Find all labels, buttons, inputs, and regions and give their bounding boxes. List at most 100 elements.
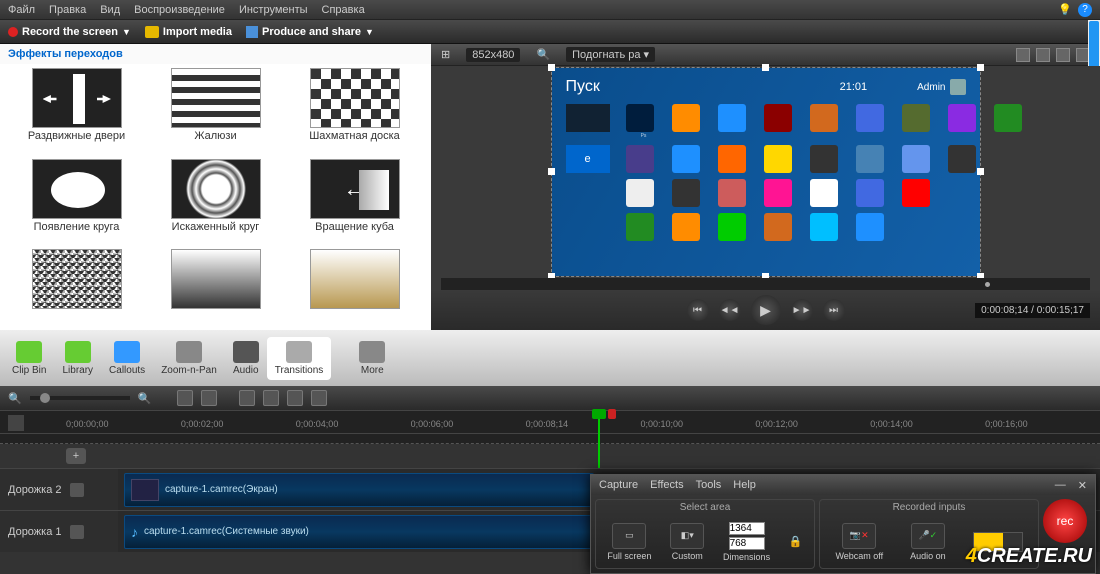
paste-icon[interactable]: [311, 390, 327, 406]
record-screen-button[interactable]: Record the screen▼: [8, 26, 131, 38]
audio-toggle[interactable]: 🎤✓Audio on: [910, 523, 946, 561]
preview-content: Пуск 21:01 Admin Ps: [552, 68, 980, 276]
menu-file[interactable]: Файл: [8, 4, 35, 16]
zoom-out-icon[interactable]: 🔍: [8, 392, 22, 405]
transition-item[interactable]: Искаженный круг: [147, 159, 284, 248]
rewind-button[interactable]: ◄◄: [719, 299, 741, 321]
crop-icon[interactable]: [1016, 48, 1030, 62]
close-icon[interactable]: ✕: [1078, 479, 1087, 492]
transition-item[interactable]: [8, 249, 145, 326]
transition-item[interactable]: Появление круга: [8, 159, 145, 248]
add-track-button[interactable]: +: [66, 448, 86, 464]
recorder-menubar: Capture Effects Tools Help — ✕: [591, 475, 1095, 495]
preview-toolbar: ⊞ 852x480 🔍 Подогнать ра ▾: [431, 44, 1100, 66]
record-button[interactable]: rec: [1043, 499, 1087, 543]
resize-handle[interactable]: [762, 64, 769, 71]
shrink-icon[interactable]: ⊞: [441, 48, 450, 61]
transition-item[interactable]: [147, 249, 284, 326]
produce-share-button[interactable]: Produce and share▼: [246, 26, 374, 38]
tab-audio[interactable]: Audio: [225, 337, 267, 380]
preview-fit-combo[interactable]: Подогнать ра ▾: [566, 47, 655, 62]
forward-button[interactable]: ►►: [791, 299, 813, 321]
tab-library[interactable]: Library: [54, 337, 101, 380]
rec-menu-help[interactable]: Help: [733, 479, 756, 491]
redo-icon[interactable]: [201, 390, 217, 406]
folder-icon: [145, 26, 159, 38]
width-field[interactable]: [729, 522, 765, 535]
split-icon[interactable]: [263, 390, 279, 406]
transitions-title: Эффекты переходов: [0, 44, 431, 64]
tips-icon[interactable]: 💡: [1058, 3, 1072, 17]
preview-scrubber[interactable]: [441, 278, 1090, 290]
popout-icon[interactable]: [1056, 48, 1070, 62]
zoom-slider[interactable]: [30, 396, 130, 400]
minimize-icon[interactable]: —: [1055, 479, 1066, 491]
timecode: 0:00:08;14 / 0:00:15;17: [975, 303, 1090, 318]
cut-icon[interactable]: [239, 390, 255, 406]
custom-option[interactable]: ◧▾Custom: [670, 523, 704, 561]
webcam-toggle[interactable]: 📷✕Webcam off: [835, 523, 883, 561]
undo-icon[interactable]: [177, 390, 193, 406]
menu-help[interactable]: Справка: [322, 4, 365, 16]
rec-menu-tools[interactable]: Tools: [696, 479, 722, 491]
menu-tools[interactable]: Инструменты: [239, 4, 308, 16]
timeline-settings-icon[interactable]: [8, 415, 24, 431]
menu-play[interactable]: Воспроизведение: [134, 4, 225, 16]
resize-handle[interactable]: [977, 168, 984, 175]
copy-icon[interactable]: [287, 390, 303, 406]
transition-item[interactable]: Раздвижные двери: [8, 68, 145, 157]
lock-aspect-icon[interactable]: 🔒: [789, 535, 803, 548]
transition-item[interactable]: Вращение куба: [286, 159, 423, 248]
lock-icon[interactable]: [70, 483, 84, 497]
transition-item[interactable]: [286, 249, 423, 326]
tab-transitions[interactable]: Transitions: [267, 337, 332, 380]
preview-dimensions[interactable]: 852x480: [466, 48, 520, 62]
zoom-icon[interactable]: 🔍: [536, 48, 550, 61]
track-label: Дорожка 2: [8, 484, 62, 496]
next-button[interactable]: ⏭: [823, 299, 845, 321]
play-button[interactable]: ▶: [751, 295, 781, 325]
resize-handle[interactable]: [977, 64, 984, 71]
transition-item[interactable]: Шахматная доска: [286, 68, 423, 157]
menu-view[interactable]: Вид: [100, 4, 120, 16]
tool-tabs: Clip Bin Library Callouts Zoom-n-Pan Aud…: [0, 330, 1100, 386]
marker-strip: [0, 434, 1100, 444]
playback-controls: ⏮ ◄◄ ▶ ►► ⏭ 0:00:08;14 / 0:00:15;17: [431, 290, 1100, 330]
main-toolbar: Record the screen▼ Import media Produce …: [0, 20, 1100, 44]
music-note-icon: ♪: [131, 524, 138, 540]
preview-canvas[interactable]: Пуск 21:01 Admin Ps: [551, 67, 981, 277]
help-icon[interactable]: ?: [1078, 3, 1092, 17]
transitions-panel: Эффекты переходов Раздвижные двери Жалюз…: [0, 44, 431, 330]
select-area-group: Select area ▭Full screen ◧▾Custom Dimens…: [595, 499, 815, 569]
start-time: 21:01: [840, 81, 868, 93]
tab-callouts[interactable]: Callouts: [101, 337, 153, 380]
mic-icon: 🎤✓: [911, 523, 945, 549]
video-clip[interactable]: capture-1.camrec(Экран): [124, 473, 594, 507]
tab-more[interactable]: More: [351, 337, 393, 380]
prev-button[interactable]: ⏮: [687, 299, 709, 321]
tab-clipbin[interactable]: Clip Bin: [4, 337, 54, 380]
menubar: Файл Правка Вид Воспроизведение Инструме…: [0, 0, 1100, 20]
rec-menu-capture[interactable]: Capture: [599, 479, 638, 491]
pan-icon[interactable]: [1036, 48, 1050, 62]
transition-item[interactable]: Жалюзи: [147, 68, 284, 157]
custom-area-icon: ◧▾: [670, 523, 704, 549]
dimensions-input: Dimensions: [723, 522, 770, 562]
zoom-in-icon[interactable]: 🔍: [138, 392, 152, 405]
audio-clip[interactable]: ♪ capture-1.camrec(Системные звуки): [124, 515, 594, 549]
tab-zoom[interactable]: Zoom-n-Pan: [153, 337, 225, 380]
timeline-ruler[interactable]: 0;00:00;00 0;00:02;00 0;00:04;00 0;00:06…: [0, 410, 1100, 434]
resize-handle[interactable]: [548, 64, 555, 71]
import-media-button[interactable]: Import media: [145, 26, 232, 38]
start-user: Admin: [917, 82, 945, 93]
lock-icon[interactable]: [70, 525, 84, 539]
resize-handle[interactable]: [548, 168, 555, 175]
preview-canvas-area[interactable]: Пуск 21:01 Admin Ps: [431, 66, 1100, 278]
start-title: Пуск: [566, 78, 600, 96]
rec-menu-effects[interactable]: Effects: [650, 479, 683, 491]
fullscreen-option[interactable]: ▭Full screen: [607, 523, 651, 561]
height-field[interactable]: [729, 537, 765, 550]
record-icon: [8, 27, 18, 37]
avatar: [950, 79, 966, 95]
menu-edit[interactable]: Правка: [49, 4, 86, 16]
